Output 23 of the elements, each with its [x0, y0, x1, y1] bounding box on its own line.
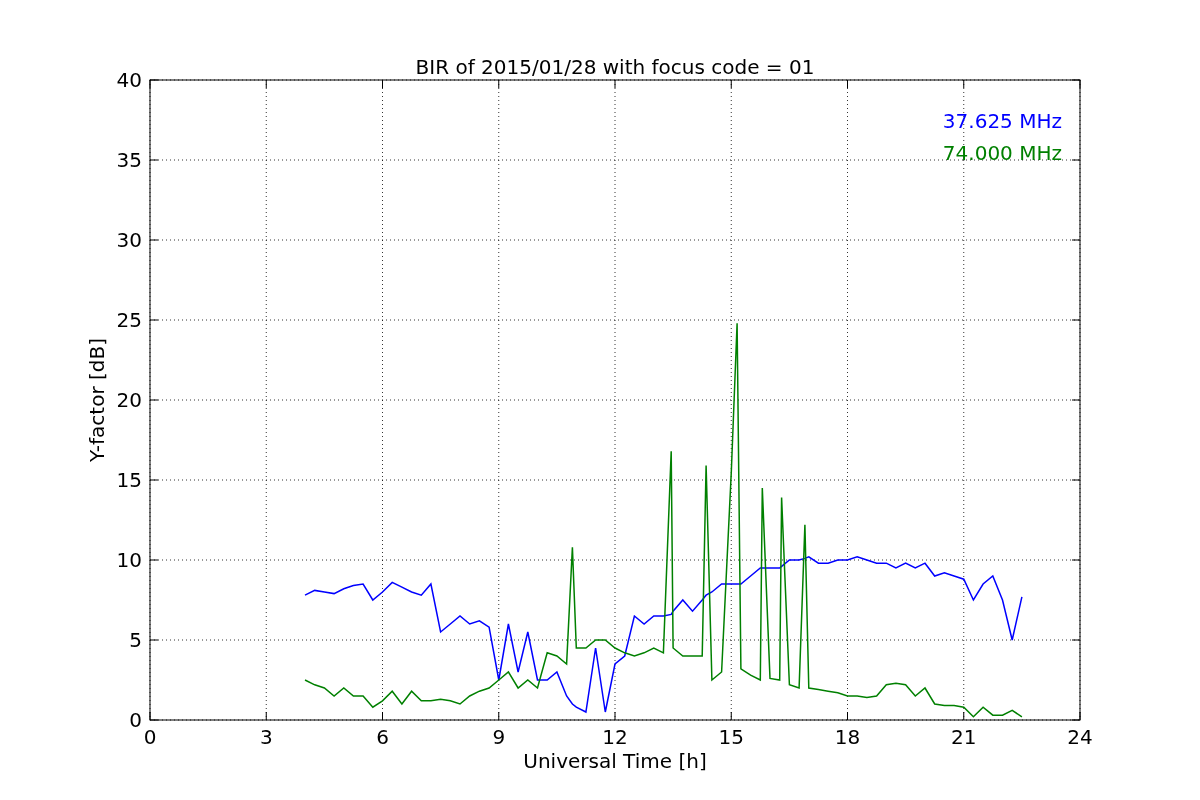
x-axis-label: Universal Time [h] — [523, 749, 707, 773]
y-tick-label: 30 — [116, 228, 142, 252]
legend-label: 37.625 MHz — [942, 109, 1062, 133]
y-tick-label: 15 — [116, 468, 142, 492]
y-tick-label: 5 — [129, 628, 142, 652]
chart-title: BIR of 2015/01/28 with focus code = 01 — [415, 55, 815, 79]
x-tick-label: 12 — [602, 725, 628, 749]
y-tick-label: 40 — [116, 68, 142, 92]
y-tick-label: 25 — [116, 308, 142, 332]
y-axis-label: Y-factor [dB] — [85, 338, 109, 462]
x-tick-label: 6 — [376, 725, 389, 749]
x-tick-label: 18 — [834, 725, 861, 749]
y-tick-label: 0 — [129, 708, 142, 732]
legend-label: 74.000 MHz — [942, 141, 1062, 165]
x-tick-label: 3 — [259, 725, 273, 749]
y-tick-label: 10 — [116, 548, 142, 572]
x-tick-label: 21 — [951, 725, 977, 749]
y-tick-label: 35 — [116, 148, 142, 172]
x-tick-label: 15 — [718, 725, 744, 749]
y-tick-label: 20 — [116, 388, 142, 412]
x-tick-label: 9 — [492, 725, 506, 749]
x-tick-label: 24 — [1067, 725, 1093, 749]
x-tick-label: 0 — [143, 725, 157, 749]
